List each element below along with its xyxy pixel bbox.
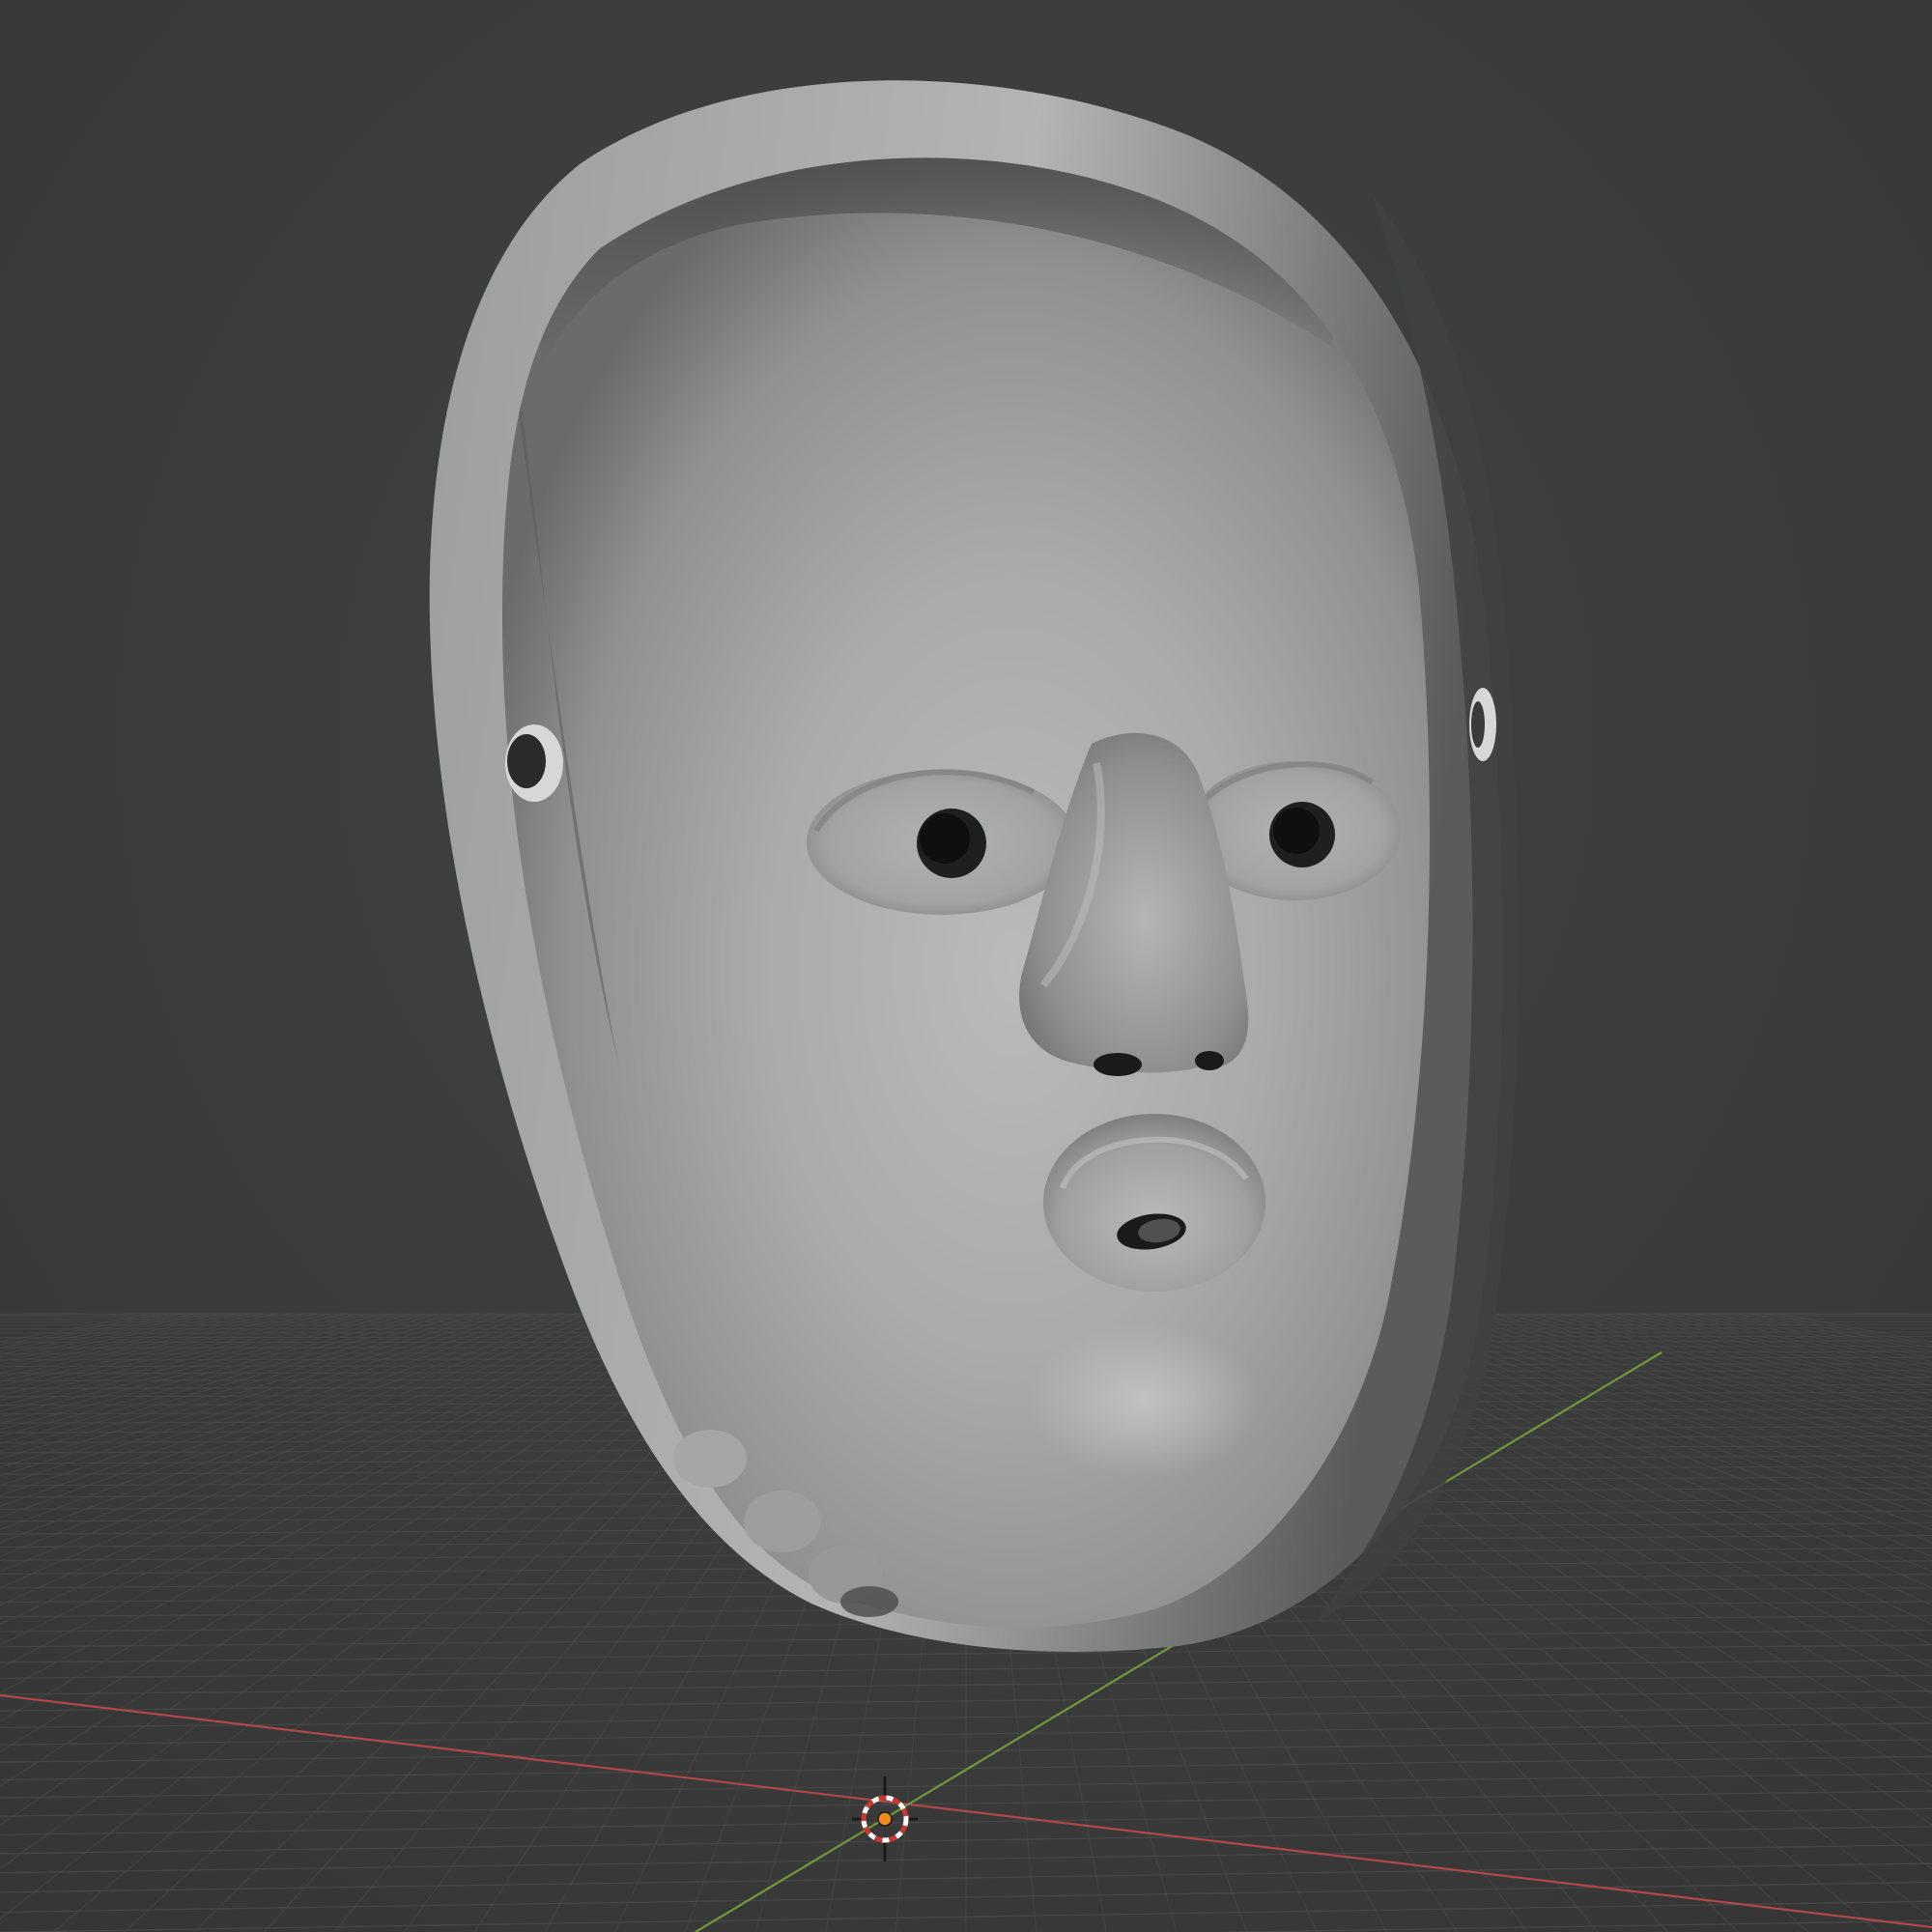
right-strap-hole (1469, 688, 1496, 761)
mouth (1043, 1114, 1265, 1292)
viewport-scene[interactable] (0, 0, 1932, 1932)
3d-viewport[interactable] (0, 0, 1932, 1932)
left-eye (807, 769, 1077, 915)
left-strap-hole (505, 724, 563, 802)
origin-dot-icon (877, 1811, 893, 1827)
